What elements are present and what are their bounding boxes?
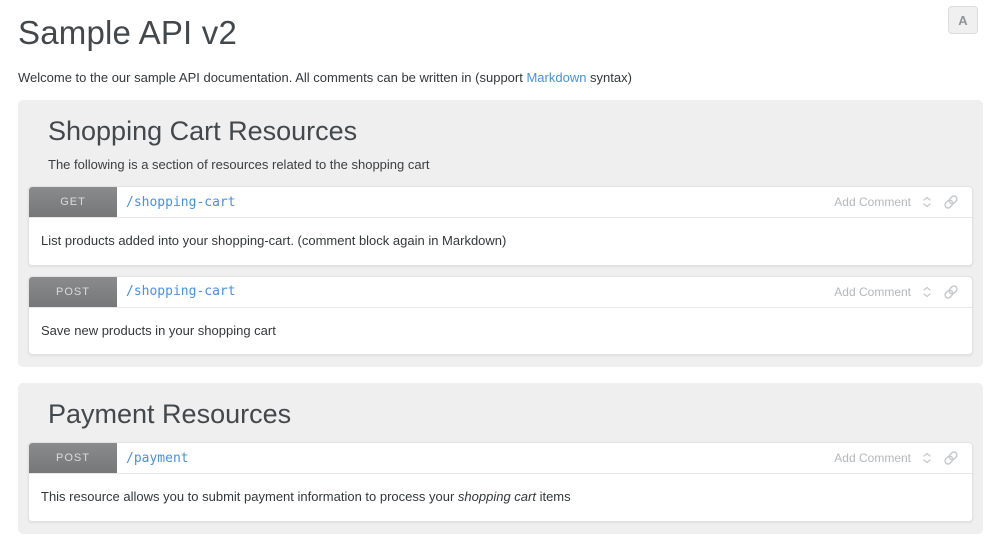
comment-text-before: This resource allows you to submit payme… xyxy=(41,489,458,504)
add-comment-button[interactable]: Add Comment xyxy=(834,451,911,465)
api-docs-page: Sample API v2 A Welcome to the our sampl… xyxy=(0,0,994,534)
welcome-text-after: syntax) xyxy=(586,70,632,85)
avatar-button[interactable]: A xyxy=(948,6,978,34)
endpoint-actions: Add Comment xyxy=(834,284,972,300)
endpoint-post-shopping-cart: POST /shopping-cart Add Comment Save new… xyxy=(28,276,973,356)
endpoint-header[interactable]: POST /payment Add Comment xyxy=(29,443,972,473)
endpoint-comment: List products added into your shopping-c… xyxy=(29,217,972,265)
section-payment-resources: Payment Resources POST /payment Add Comm… xyxy=(18,383,983,534)
endpoint-post-payment: POST /payment Add Comment This resource … xyxy=(28,442,973,522)
endpoint-actions: Add Comment xyxy=(834,450,972,466)
comment-text-italic: shopping cart xyxy=(458,489,536,504)
endpoint-header[interactable]: GET /shopping-cart Add Comment xyxy=(29,187,972,217)
section-shopping-cart-resources: Shopping Cart Resources The following is… xyxy=(18,100,983,367)
endpoint-comment: This resource allows you to submit payme… xyxy=(29,473,972,521)
endpoint-path[interactable]: /shopping-cart xyxy=(126,284,236,299)
add-comment-button[interactable]: Add Comment xyxy=(834,195,911,209)
endpoint-path[interactable]: /payment xyxy=(126,451,189,466)
page-header: Sample API v2 A Welcome to the our sampl… xyxy=(18,0,983,85)
avatar-label: A xyxy=(958,13,967,28)
expand-collapse-icon[interactable] xyxy=(922,285,932,299)
page-title: Sample API v2 xyxy=(18,14,983,52)
section-title: Shopping Cart Resources xyxy=(28,114,973,147)
permalink-icon[interactable] xyxy=(943,450,959,466)
section-description: The following is a section of resources … xyxy=(28,147,973,172)
endpoint-list: GET /shopping-cart Add Comment List prod… xyxy=(28,186,973,355)
section-title: Payment Resources xyxy=(28,397,973,430)
method-badge[interactable]: POST xyxy=(29,277,117,307)
endpoint-comment: Save new products in your shopping cart xyxy=(29,307,972,355)
endpoint-path[interactable]: /shopping-cart xyxy=(126,195,236,210)
endpoint-list: POST /payment Add Comment This resource … xyxy=(28,442,973,522)
endpoint-header[interactable]: POST /shopping-cart Add Comment xyxy=(29,277,972,307)
permalink-icon[interactable] xyxy=(943,194,959,210)
permalink-icon[interactable] xyxy=(943,284,959,300)
comment-text-after: items xyxy=(536,489,571,504)
welcome-text-before: Welcome to the our sample API documentat… xyxy=(18,70,526,85)
welcome-text: Welcome to the our sample API documentat… xyxy=(18,70,983,85)
method-badge[interactable]: POST xyxy=(29,443,117,473)
add-comment-button[interactable]: Add Comment xyxy=(834,285,911,299)
endpoint-get-shopping-cart: GET /shopping-cart Add Comment List prod… xyxy=(28,186,973,266)
method-badge[interactable]: GET xyxy=(29,187,117,217)
expand-collapse-icon[interactable] xyxy=(922,195,932,209)
expand-collapse-icon[interactable] xyxy=(922,451,932,465)
markdown-link[interactable]: Markdown xyxy=(526,70,586,85)
endpoint-actions: Add Comment xyxy=(834,194,972,210)
